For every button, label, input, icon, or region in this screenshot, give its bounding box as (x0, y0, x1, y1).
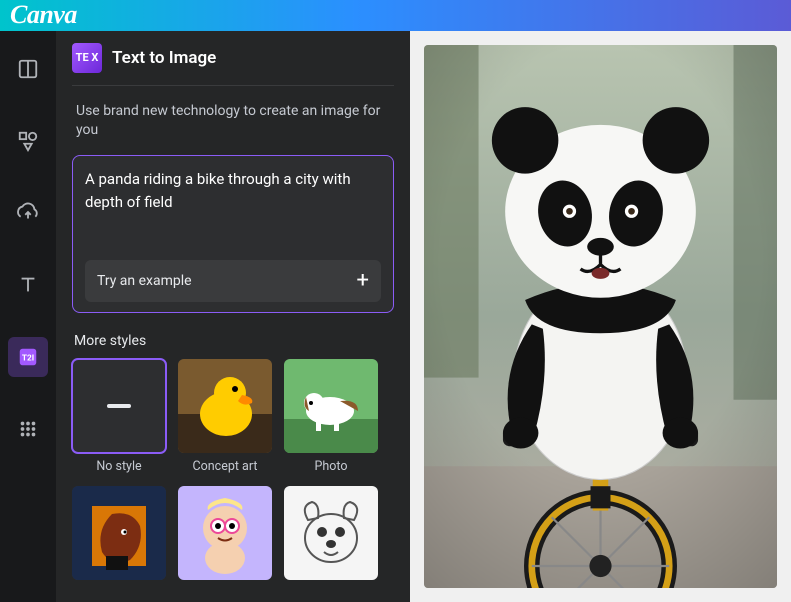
panel-title: Text to Image (112, 48, 216, 68)
style-drawing[interactable] (284, 486, 378, 586)
style-3d[interactable] (178, 486, 272, 586)
try-example-button[interactable]: Try an example + (85, 260, 381, 302)
plus-icon: + (357, 270, 369, 292)
style-thumb (72, 486, 166, 580)
panel-header: TE X Text to Image (72, 43, 394, 86)
try-example-label: Try an example (97, 273, 192, 289)
workspace: T2I TE X Text to Image Use brand new tec… (0, 31, 791, 602)
templates-icon[interactable] (8, 49, 48, 89)
uploads-icon[interactable] (8, 193, 48, 233)
prompt-input[interactable] (85, 168, 381, 246)
dash-icon (107, 404, 131, 408)
style-thumb (72, 359, 166, 453)
tool-rail: T2I (0, 31, 56, 602)
panel-description: Use brand new technology to create an im… (76, 102, 390, 141)
style-photo[interactable]: Photo (284, 359, 378, 474)
style-thumb (284, 359, 378, 453)
style-thumb (178, 486, 272, 580)
text-to-image-icon[interactable]: T2I (8, 337, 48, 377)
more-styles-label: More styles (74, 333, 394, 349)
canva-logo[interactable]: Canva (10, 0, 77, 30)
elements-icon[interactable] (8, 121, 48, 161)
apps-icon[interactable] (8, 409, 48, 449)
text-to-image-panel: TE X Text to Image Use brand new technol… (56, 31, 410, 602)
style-concept-art[interactable]: Concept art (178, 359, 272, 474)
top-bar: Canva (0, 0, 791, 31)
style-label: Photo (315, 459, 348, 474)
generated-image[interactable] (424, 45, 777, 588)
style-no-style[interactable]: No style (72, 359, 166, 474)
app-icon: TE X (72, 43, 102, 73)
prompt-box: Try an example + (72, 155, 394, 313)
text-icon[interactable] (8, 265, 48, 305)
style-thumb (284, 486, 378, 580)
styles-grid: No style Concept art Photo (72, 359, 394, 586)
style-label: No style (96, 459, 141, 474)
canvas-area[interactable] (410, 31, 791, 602)
style-label: Concept art (193, 459, 258, 474)
style-painting[interactable] (72, 486, 166, 586)
style-thumb (178, 359, 272, 453)
svg-text:T2I: T2I (22, 353, 34, 363)
